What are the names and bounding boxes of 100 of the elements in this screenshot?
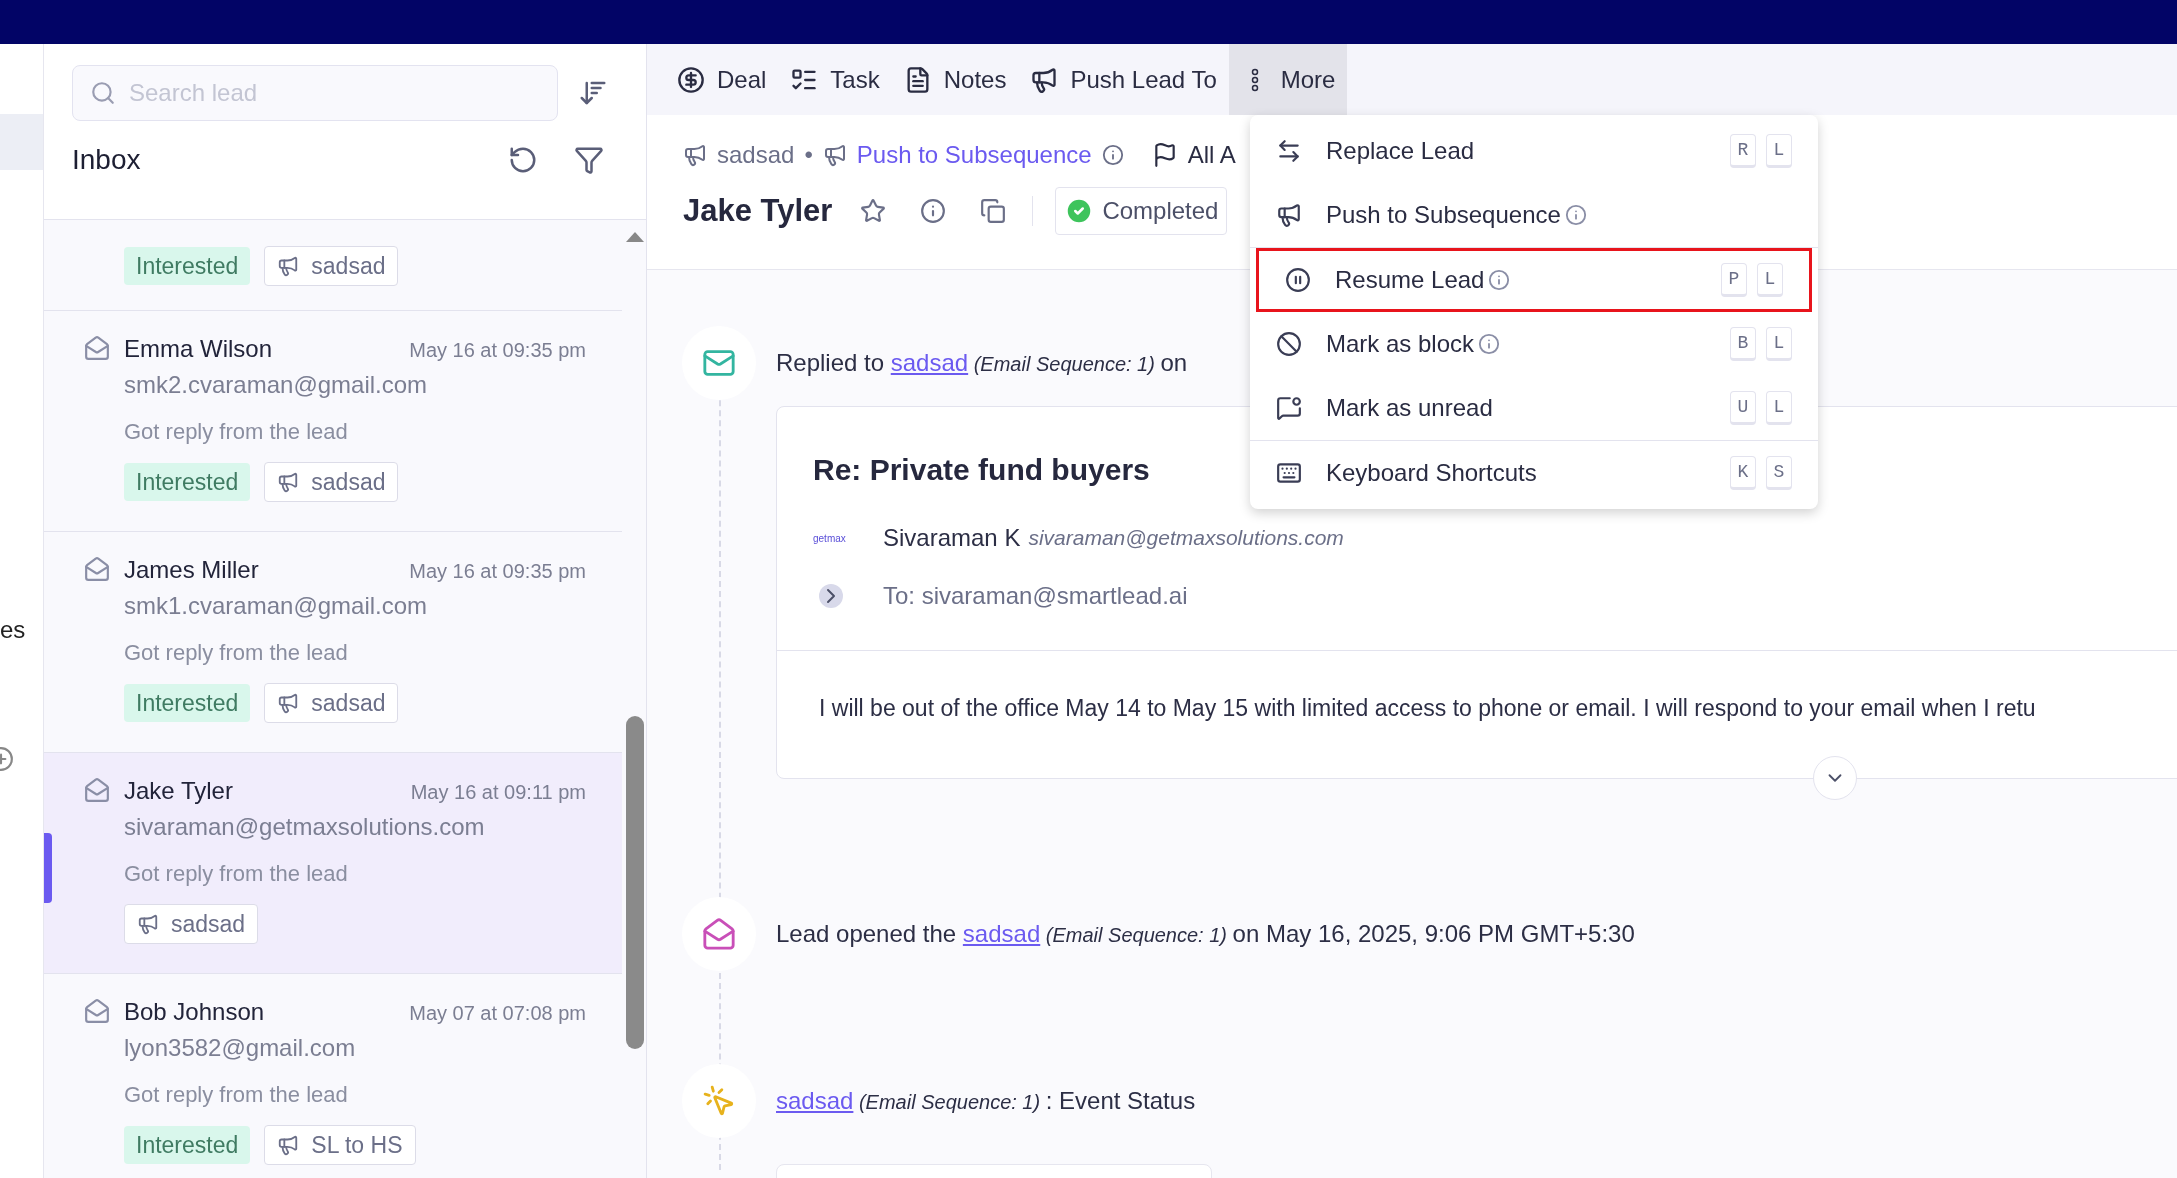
swap-icon <box>1276 138 1302 164</box>
menu-label: Replace Lead <box>1326 136 1475 166</box>
lead-preview: Got reply from the lead <box>123 1081 348 1109</box>
pause-icon <box>1285 267 1311 293</box>
event-text: Replied to sadsad (Email Sequence: 1) on <box>776 348 1188 378</box>
lead-email: sivaraman@getmaxsolutions.com <box>123 812 485 842</box>
shortcut-key: P <box>1721 263 1747 297</box>
menu-item[interactable]: Replace Lead R L <box>1250 119 1818 183</box>
menu-label: Keyboard Shortcuts <box>1326 458 1537 488</box>
lead-preview: Got reply from the lead <box>123 639 348 667</box>
search-icon <box>90 80 116 106</box>
status-tag: Interested <box>124 684 251 722</box>
megaphone-icon <box>1276 202 1302 228</box>
campaign-link[interactable]: sadsad <box>962 919 1041 947</box>
inbox-title: Inbox <box>72 143 142 177</box>
megaphone-icon <box>822 143 847 167</box>
lead-name: Emma Wilson <box>124 334 273 364</box>
shortcut-key: R <box>1730 134 1756 168</box>
email-body: I will be out of the office May 14 to May 15 with limited access to phone or email. I will respond to your email when I retu <box>819 695 2036 721</box>
toolbar-button[interactable]: Task <box>778 44 892 115</box>
copy-icon[interactable] <box>980 198 1007 224</box>
sender-name: Sivaraman K <box>883 523 1021 553</box>
keyboard-icon <box>1276 460 1302 486</box>
shortcut-key: L <box>1766 391 1792 425</box>
lead-name: James Miller <box>124 555 259 585</box>
lead-preview: Got reply from the lead <box>123 860 348 888</box>
campaign-name: sadsad <box>717 140 795 170</box>
block-icon <box>1276 331 1302 357</box>
toolbar-button[interactable]: Notes <box>891 44 1019 115</box>
toolbar-button[interactable]: Deal <box>665 44 779 115</box>
recipient: To: sivaraman@smartlead.ai <box>883 581 1188 611</box>
lead-item[interactable]: Jake Tyler May 16 at 09:11 pm sivaraman@getmaxsolutions.com Got reply from the lead sadsad <box>44 753 622 974</box>
lead-name: Bob Johnson <box>124 997 265 1027</box>
envelope-icon <box>84 777 110 803</box>
lead-email: smk2.cvaraman@gmail.com <box>123 370 428 400</box>
megaphone-icon <box>683 143 707 167</box>
info-icon <box>1101 144 1124 166</box>
status-tag: Interested <box>124 247 251 285</box>
menu-item[interactable]: Mark as unread U L <box>1250 376 1818 440</box>
shortcut-key: U <box>1730 391 1756 425</box>
menu-item[interactable]: Keyboard Shortcuts K S <box>1250 441 1818 505</box>
menu-item[interactable]: Resume Lead P L <box>1256 248 1812 312</box>
toolbar-button[interactable]: Push Lead To <box>1018 44 1229 115</box>
campaign-tag: sadsad <box>264 246 399 286</box>
filter-icon[interactable] <box>574 145 604 175</box>
campaign-link[interactable]: sadsad <box>890 349 969 376</box>
megaphone-icon <box>137 913 159 935</box>
shortcut-key: L <box>1766 327 1792 361</box>
menu-label: Mark as unread <box>1326 393 1493 423</box>
selection-indicator <box>44 833 52 903</box>
menu-label: Mark as block <box>1326 329 1475 359</box>
campaign-link[interactable]: sadsad <box>776 1086 854 1114</box>
menu-label: Resume Lead <box>1335 265 1485 295</box>
envelope-icon <box>84 998 110 1024</box>
flag-label: All A <box>1187 140 1236 170</box>
email-subject: Re: Private fund buyers <box>813 452 1150 488</box>
menu-item[interactable]: Push to Subsequence <box>1250 183 1818 247</box>
shortcut-key: L <box>1766 134 1792 168</box>
menu-item[interactable]: Mark as block B L <box>1250 312 1818 376</box>
campaign-tag: sadsad <box>264 683 399 723</box>
campaign-tag: sadsad <box>264 462 399 502</box>
sidebar-label: es <box>0 615 26 645</box>
shortcut-key: S <box>1766 456 1792 490</box>
lead-time: May 16 at 09:11 pm <box>410 780 586 805</box>
megaphone-icon <box>277 255 300 277</box>
more-icon <box>1250 67 1259 92</box>
campaign-tag: sadsad <box>124 904 259 944</box>
info-icon[interactable] <box>920 198 947 224</box>
info-icon <box>1488 269 1511 291</box>
separator-dot: • <box>804 140 813 170</box>
info-icon <box>1478 333 1501 355</box>
lead-email: lyon3582@gmail.com <box>123 1033 356 1063</box>
dollar-icon <box>677 65 705 94</box>
megaphone-icon <box>1030 65 1059 94</box>
shortcut-key: L <box>1757 263 1783 297</box>
expand-icon[interactable] <box>819 584 843 608</box>
refresh-icon[interactable] <box>508 145 538 175</box>
star-icon[interactable] <box>860 198 887 224</box>
lead-title: Jake Tyler <box>683 191 833 230</box>
lead-time: May 16 at 09:35 pm <box>409 559 586 584</box>
shortcut-key: B <box>1730 327 1756 361</box>
megaphone-icon <box>277 692 300 714</box>
lead-preview: Got reply from the lead <box>123 418 348 446</box>
campaign-tag: SL to HS <box>264 1125 416 1165</box>
toolbar-button[interactable]: More <box>1228 44 1348 115</box>
lead-time: May 16 at 09:35 pm <box>409 338 586 363</box>
event-text: sadsad (Email Sequence: 1) : Event Status <box>776 1085 1196 1116</box>
info-icon <box>1564 204 1587 226</box>
sender-logo: getmax <box>813 531 847 546</box>
status-tag: Interested <box>124 1126 251 1164</box>
sender-email: sivaraman@getmaxsolutions.com <box>1028 525 1344 552</box>
status-tag: Interested <box>124 463 251 501</box>
megaphone-icon <box>277 471 300 493</box>
megaphone-icon <box>277 1134 300 1156</box>
menu-label: Push to Subsequence <box>1326 200 1561 230</box>
scrollbar-thumb[interactable] <box>626 716 644 1049</box>
unread-icon <box>1276 395 1302 421</box>
status-badge: Completed <box>1055 187 1228 235</box>
subsequence-link[interactable]: Push to Subsequence <box>856 137 1092 173</box>
shortcut-key: K <box>1730 456 1756 490</box>
